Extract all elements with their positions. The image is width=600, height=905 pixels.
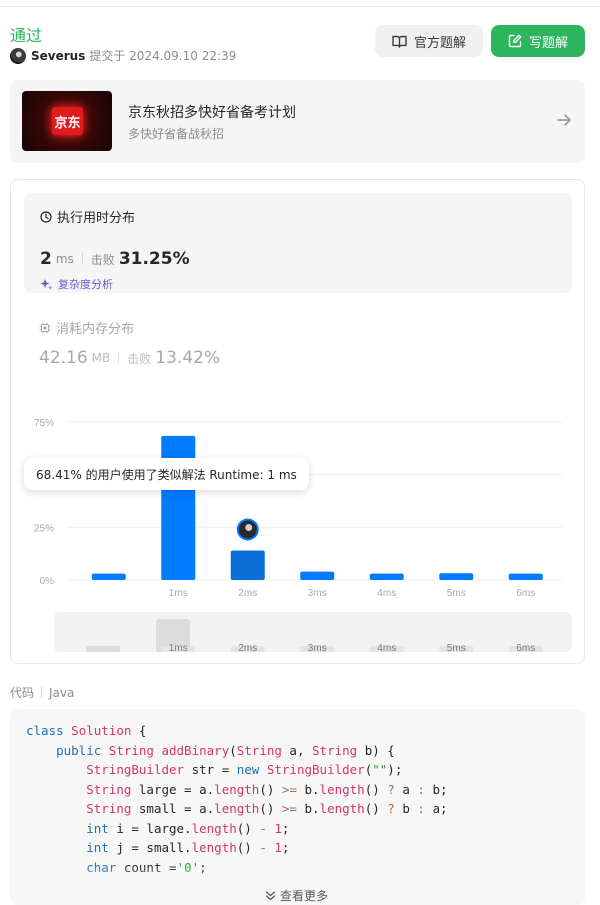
code-content: class Solution { public String addBinary…: [26, 723, 448, 875]
code-block[interactable]: class Solution { public String addBinary…: [10, 709, 585, 905]
runtime-beat-percent: 31.25%: [118, 249, 190, 269]
chart-tooltip: 68.41% 的用户使用了类似解法 Runtime: 1 ms: [24, 458, 309, 490]
banner-title: 京东秋招多快好省备考计划: [128, 105, 296, 121]
runtime-panel[interactable]: 执行用时分布 2 ms 击败 31.25% 复杂度分析: [24, 193, 572, 293]
edit-icon: [508, 34, 522, 48]
banner-subtitle: 多快好省备战秋招: [128, 127, 225, 141]
write-solution-label: 写题解: [528, 35, 568, 51]
avatar[interactable]: [10, 47, 26, 64]
write-solution-button[interactable]: 写题解: [491, 25, 585, 57]
author-name[interactable]: Severus: [31, 49, 85, 63]
top-divider: [0, 6, 600, 7]
runtime-metric: 2 ms 击败 31.25%: [40, 249, 190, 269]
jd-logo: 京东: [52, 107, 83, 135]
sparkle-icon: [40, 278, 53, 290]
official-solution-label: 官方题解: [413, 35, 466, 51]
runtime-title-text: 执行用时分布: [57, 211, 136, 226]
code-language: Java: [49, 685, 75, 700]
memory-title[interactable]: 消耗内存分布: [39, 318, 134, 337]
metric-divider: [118, 352, 120, 364]
language-divider: [41, 687, 43, 698]
runtime-title: 执行用时分布: [40, 207, 135, 226]
memory-beat-percent: 13.42%: [155, 348, 221, 368]
view-more-button[interactable]: 查看更多: [265, 887, 328, 904]
metric-divider: [81, 253, 83, 265]
complexity-label: 复杂度分析: [58, 278, 113, 291]
runtime-beat-label: 击败: [90, 252, 115, 267]
memory-title-text: 消耗内存分布: [56, 322, 135, 337]
book-icon: [392, 35, 407, 48]
runtime-unit: ms: [55, 252, 74, 266]
memory-value: 42.16: [39, 348, 88, 368]
view-more-label: 查看更多: [280, 889, 329, 903]
code-language-line: 代码 Java: [10, 684, 74, 701]
official-solution-button[interactable]: 官方题解: [375, 25, 483, 57]
chevron-down-icon: [265, 891, 276, 901]
banner-image: 京东: [22, 91, 112, 151]
memory-beat-label: 击败: [127, 351, 152, 366]
performance-card: 执行用时分布 2 ms 击败 31.25% 复杂度分析 消耗内存分布 42.16…: [10, 179, 585, 664]
complexity-analysis-link[interactable]: 复杂度分析: [40, 276, 113, 292]
memory-unit: MB: [91, 351, 111, 365]
code-label: 代码: [10, 686, 35, 700]
author-line: Severus 提交于 2024.09.10 22:39: [10, 47, 236, 64]
chip-icon: [39, 322, 51, 333]
arrow-right-icon[interactable]: [556, 112, 572, 128]
promo-banner[interactable]: 京东 京东秋招多快好省备考计划 多快好省备战秋招: [10, 80, 585, 163]
submit-time: 提交于 2024.09.10 22:39: [89, 49, 237, 63]
clock-icon: [40, 210, 52, 223]
submission-status: 通过: [10, 26, 43, 45]
memory-metric: 42.16 MB 击败 13.42%: [39, 348, 220, 368]
runtime-value: 2: [40, 249, 52, 269]
